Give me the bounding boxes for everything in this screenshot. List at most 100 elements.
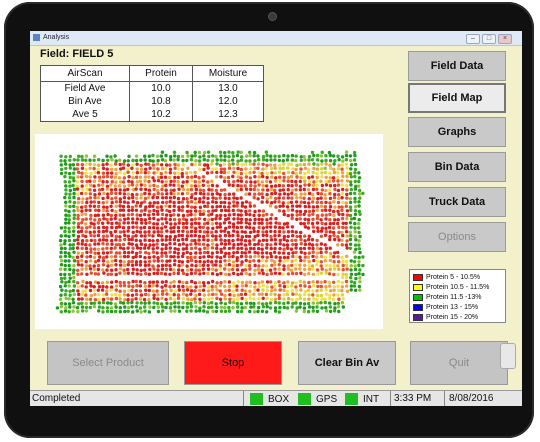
map-sample-point (222, 167, 227, 171)
map-sample-point (349, 180, 353, 184)
field-data-button[interactable]: Field Data (408, 51, 506, 81)
map-sample-point (100, 281, 105, 285)
map-sample-point (311, 196, 316, 200)
map-sample-point (248, 284, 253, 288)
close-icon[interactable]: × (498, 34, 512, 44)
map-sample-point (173, 301, 177, 305)
map-sample-point (160, 163, 164, 167)
map-sample-point (156, 154, 160, 158)
map-sample-point (172, 250, 177, 255)
maximize-icon[interactable]: □ (482, 34, 496, 44)
map-sample-point (189, 251, 193, 256)
map-sample-point (143, 260, 147, 264)
map-sample-point (324, 226, 328, 230)
map-sample-point (169, 213, 173, 218)
options-button[interactable]: Options (408, 222, 506, 252)
map-sample-point (75, 255, 80, 259)
map-sample-point (58, 297, 63, 301)
map-sample-point (357, 171, 361, 175)
map-sample-point (341, 259, 345, 264)
map-sample-point (307, 191, 312, 196)
map-sample-point (185, 209, 190, 213)
help-icon[interactable] (500, 343, 516, 369)
map-sample-point (236, 242, 240, 247)
minimize-icon[interactable]: – (466, 34, 480, 44)
field-map-button[interactable]: Field Map (408, 83, 506, 113)
field-map[interactable] (35, 134, 383, 329)
map-sample-point (316, 284, 320, 289)
map-sample-point (139, 310, 143, 314)
map-sample-point (109, 163, 113, 167)
map-sample-point (168, 242, 172, 246)
map-sample-point (274, 176, 278, 180)
map-sample-point (333, 183, 337, 188)
map-sample-point (307, 280, 311, 285)
graphs-button[interactable]: Graphs (408, 117, 506, 147)
map-sample-point (60, 280, 64, 284)
map-sample-point (345, 179, 350, 183)
map-sample-point (59, 272, 63, 277)
map-sample-point (286, 284, 290, 289)
map-sample-point (277, 230, 282, 234)
map-sample-point (97, 192, 102, 196)
select-product-button[interactable]: Select Product (47, 341, 169, 385)
map-sample-point (328, 166, 333, 170)
map-sample-point (282, 293, 286, 297)
map-sample-point (268, 301, 273, 305)
map-sample-point (353, 267, 358, 272)
stop-button[interactable]: Stop (184, 341, 282, 385)
map-sample-point (92, 267, 97, 271)
map-sample-point (298, 279, 302, 284)
map-sample-point (232, 300, 236, 305)
map-sample-point (345, 209, 350, 213)
map-sample-point (176, 301, 181, 305)
map-sample-point (253, 268, 257, 272)
map-sample-point (77, 292, 81, 297)
map-sample-point (222, 254, 227, 259)
map-sample-point (102, 191, 106, 196)
map-sample-point (244, 258, 248, 263)
map-sample-point (320, 150, 324, 154)
map-sample-point (252, 259, 256, 263)
map-sample-point (84, 174, 89, 179)
map-sample-point (172, 293, 176, 297)
map-sample-point (294, 285, 298, 289)
map-sample-point (320, 159, 324, 163)
bin-data-button[interactable]: Bin Data (408, 152, 506, 182)
map-sample-point (227, 288, 231, 292)
map-sample-point (168, 238, 172, 242)
map-sample-point (286, 267, 291, 271)
map-sample-point (290, 297, 294, 302)
clear-bin-av-button[interactable]: Clear Bin Av (298, 341, 396, 385)
map-sample-point (126, 159, 130, 163)
map-sample-point (316, 259, 320, 264)
map-sample-point (214, 284, 218, 289)
map-sample-point (189, 258, 194, 263)
map-sample-point (315, 289, 319, 293)
map-sample-point (77, 302, 81, 306)
map-sample-point (319, 264, 323, 268)
map-sample-point (123, 298, 127, 302)
map-sample-point (311, 183, 316, 188)
map-sample-point (215, 184, 219, 188)
quit-button[interactable]: Quit (410, 341, 508, 385)
map-sample-point (236, 150, 240, 154)
status-divider (243, 391, 244, 406)
map-sample-point (147, 188, 152, 192)
map-sample-point (332, 167, 336, 171)
truck-data-button[interactable]: Truck Data (408, 187, 506, 217)
map-sample-point (231, 264, 236, 268)
map-sample-point (290, 184, 294, 188)
map-sample-point (348, 200, 353, 205)
map-sample-point (164, 305, 168, 310)
map-sample-point (345, 171, 350, 176)
map-sample-point (361, 255, 365, 259)
map-sample-point (290, 188, 294, 193)
map-sample-point (353, 281, 357, 285)
map-sample-point (252, 246, 256, 251)
map-sample-point (139, 301, 143, 305)
map-sample-point (227, 259, 231, 263)
map-sample-point (84, 267, 88, 271)
map-sample-point (282, 179, 286, 183)
map-sample-point (147, 230, 151, 234)
